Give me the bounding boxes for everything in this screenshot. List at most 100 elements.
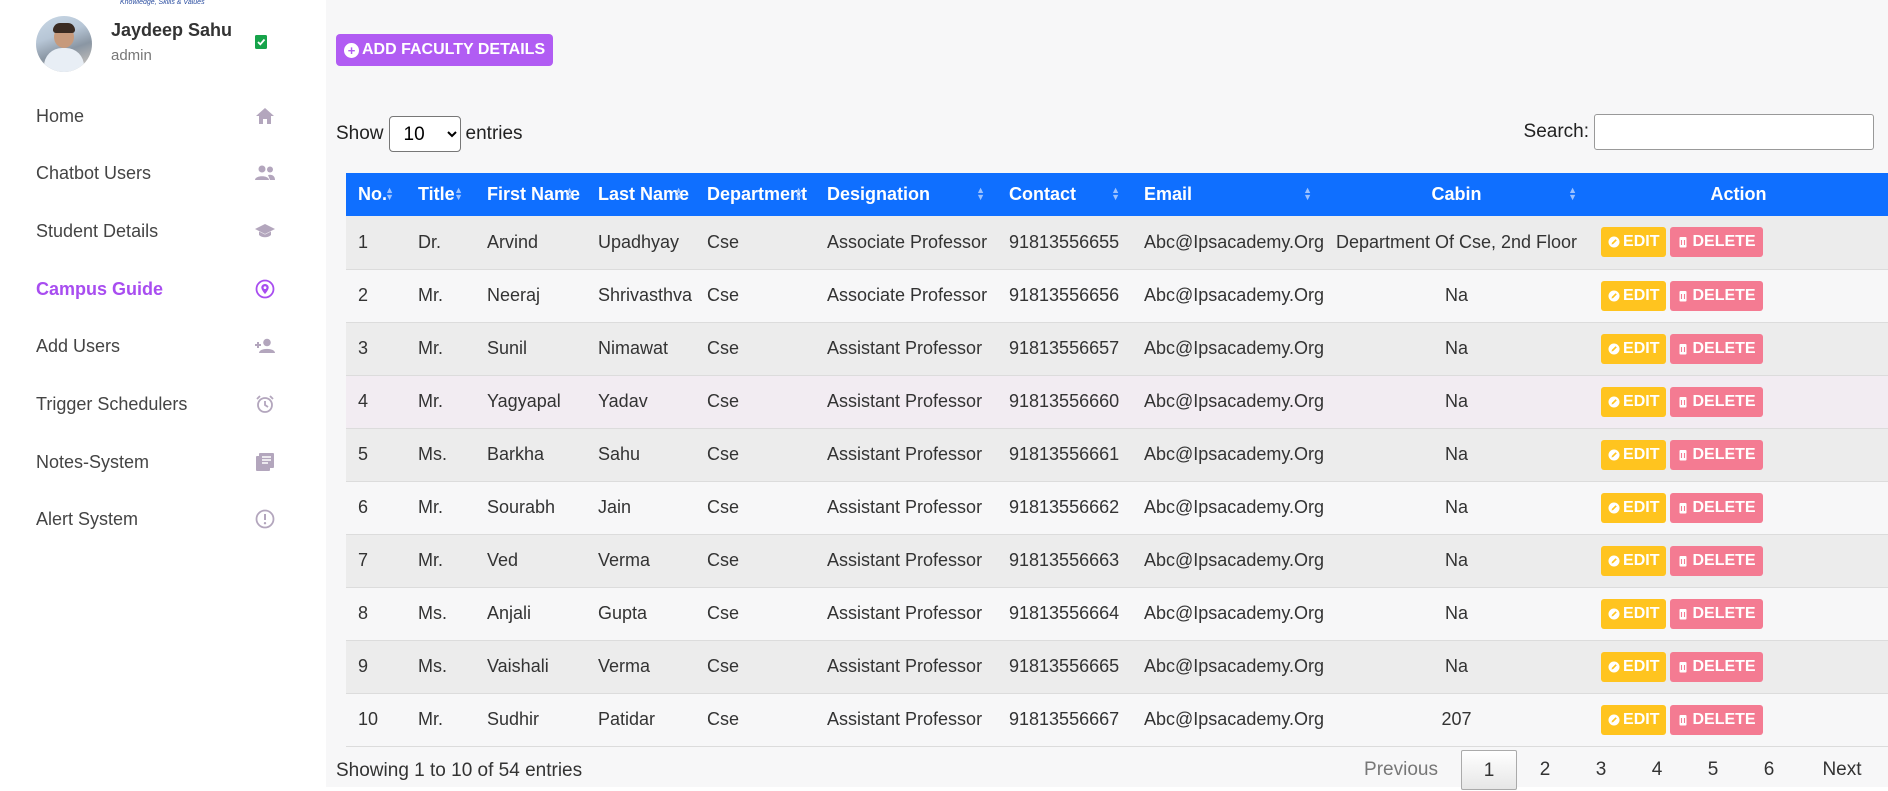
sidebar-item-label: Add Users xyxy=(36,335,121,356)
delete-button[interactable]: DELETE xyxy=(1670,704,1763,735)
delete-button[interactable]: DELETE xyxy=(1670,598,1763,629)
table-header-row: No. ▲ ▼ Title ▲ ▼ First Name ▲ ▼ Last Name ▲ ▼ D… xyxy=(346,173,1888,216)
page-button-2[interactable]: 2 xyxy=(1517,750,1573,790)
page-button-1[interactable]: 1 xyxy=(1461,750,1517,790)
cell-first-name: Vaishali xyxy=(487,656,549,676)
cell-no: 7 xyxy=(358,550,369,570)
edit-button[interactable]: EDIT xyxy=(1601,333,1667,364)
cell-email: Abc@Ipsacademy.Org xyxy=(1144,285,1325,305)
col-header-department[interactable]: Department ▲ ▼ xyxy=(695,173,815,216)
search-input[interactable] xyxy=(1594,114,1874,150)
cell-designation: Assistant Professor xyxy=(827,497,983,517)
delete-button[interactable]: DELETE xyxy=(1670,227,1763,258)
page-button-3[interactable]: 3 xyxy=(1573,750,1629,790)
cell-no: 6 xyxy=(358,497,369,517)
show-label: Show xyxy=(336,123,384,144)
cell-department: Cse xyxy=(707,391,740,411)
page-button-5[interactable]: 5 xyxy=(1685,750,1741,790)
delete-button[interactable]: DELETE xyxy=(1670,386,1763,417)
delete-label: DELETE xyxy=(1692,392,1756,410)
cell-email: Abc@Ipsacademy.Org xyxy=(1144,550,1325,570)
cell-contact: 91813556665 xyxy=(1009,656,1120,676)
sidebar-item-notes-system[interactable]: Notes-System xyxy=(36,444,276,480)
cell-email: Abc@Ipsacademy.Org xyxy=(1144,497,1325,517)
sidebar-item-label: Student Details xyxy=(36,220,159,241)
edit-icon xyxy=(1608,661,1620,672)
sidebar-item-campus-guide[interactable]: Campus Guide xyxy=(36,271,276,307)
cell-contact: 91813556660 xyxy=(1009,391,1120,411)
sidebar-item-home[interactable]: Home xyxy=(36,98,276,134)
col-header-email[interactable]: Email ▲ ▼ xyxy=(1132,173,1324,216)
entries-select[interactable]: 10 xyxy=(388,116,461,152)
previous-page-button[interactable]: Previous xyxy=(1341,750,1461,790)
cell-last-name: Yadav xyxy=(598,391,648,411)
col-header-contact[interactable]: Contact ▲ ▼ xyxy=(997,173,1132,216)
edit-button[interactable]: EDIT xyxy=(1601,280,1667,311)
edit-label: EDIT xyxy=(1623,445,1660,463)
col-header-last-name[interactable]: Last Name ▲ ▼ xyxy=(586,173,695,216)
delete-button[interactable]: DELETE xyxy=(1670,333,1763,364)
sidebar-item-alert-system[interactable]: Alert System xyxy=(36,501,276,537)
edit-button[interactable]: EDIT xyxy=(1601,227,1667,258)
delete-label: DELETE xyxy=(1692,498,1756,516)
cell-title: Mr. xyxy=(418,338,443,358)
col-header-title[interactable]: Title ▲ ▼ xyxy=(406,173,475,216)
user-role: admin xyxy=(111,47,152,64)
edit-button[interactable]: EDIT xyxy=(1601,704,1667,735)
delete-label: DELETE xyxy=(1692,286,1756,304)
add-faculty-button[interactable]: + ADD FACULTY DETAILS xyxy=(336,34,554,66)
sidebar-item-add-users[interactable]: Add Users xyxy=(36,328,276,364)
cell-no: 5 xyxy=(358,444,369,464)
cell-cabin: Na xyxy=(1445,497,1469,517)
cell-action: EDIT DELETE xyxy=(1589,216,1888,269)
cell-no: 1 xyxy=(358,231,369,252)
edit-button[interactable]: EDIT xyxy=(1601,545,1667,576)
delete-button[interactable]: DELETE xyxy=(1670,492,1763,523)
table-row: 5 Ms. Barkha Sahu Cse Assistant Professor 9181… xyxy=(346,428,1888,481)
cell-email: Abc@Ipsacademy.Org xyxy=(1144,231,1325,252)
sidebar-item-student-details[interactable]: Student Details xyxy=(36,213,276,249)
table-row: 6 Mr. Sourabh Jain Cse Assistant Professor 918… xyxy=(346,481,1888,534)
edit-button[interactable]: EDIT xyxy=(1601,439,1667,470)
edit-button[interactable]: EDIT xyxy=(1601,386,1667,417)
edit-icon xyxy=(1608,714,1620,725)
cell-cabin: Department Of Cse, 2nd Floor xyxy=(1335,231,1578,252)
table-row: 1 Dr. Arvind Upadhyay Cse Associate Professor… xyxy=(346,216,1888,269)
col-header-first-name[interactable]: First Name ▲ ▼ xyxy=(475,173,586,216)
table-row: 8 Ms. Anjali Gupta Cse Assistant Professor 918… xyxy=(346,587,1888,640)
delete-button[interactable]: DELETE xyxy=(1670,280,1763,311)
delete-label: DELETE xyxy=(1692,233,1756,251)
cell-cabin: Na xyxy=(1445,603,1469,623)
cell-designation: Assistant Professor xyxy=(827,709,983,729)
delete-button[interactable]: DELETE xyxy=(1670,545,1763,576)
edit-label: EDIT xyxy=(1623,498,1660,516)
cell-contact: 91813556664 xyxy=(1009,603,1120,623)
trash-icon xyxy=(1679,608,1687,619)
trash-icon xyxy=(1679,396,1687,407)
delete-button[interactable]: DELETE xyxy=(1670,651,1763,682)
cell-cabin: Na xyxy=(1445,391,1469,411)
table-row: 9 Ms. Vaishali Verma Cse Assistant Professor 9… xyxy=(346,640,1888,693)
delete-label: DELETE xyxy=(1692,339,1756,357)
cell-title: Mr. xyxy=(418,550,443,570)
edit-button[interactable]: EDIT xyxy=(1601,598,1667,629)
edit-button[interactable]: EDIT xyxy=(1601,651,1667,682)
col-header-cabin[interactable]: Cabin ▲ ▼ xyxy=(1324,173,1589,216)
cell-email: Abc@Ipsacademy.Org xyxy=(1144,709,1325,729)
cell-contact: 91813556663 xyxy=(1009,550,1120,570)
delete-button[interactable]: DELETE xyxy=(1670,439,1763,470)
sidebar-item-trigger-schedulers[interactable]: Trigger Schedulers xyxy=(36,386,276,422)
col-header-designation[interactable]: Designation ▲ ▼ xyxy=(815,173,997,216)
page-button-4[interactable]: 4 xyxy=(1629,750,1685,790)
cell-first-name: Anjali xyxy=(487,603,532,623)
next-page-button[interactable]: Next xyxy=(1797,750,1887,790)
cell-first-name: Arvind xyxy=(487,231,539,252)
sort-icon: ▲ ▼ xyxy=(674,185,683,202)
page-button-6[interactable]: 6 xyxy=(1741,750,1797,790)
sidebar-item-chatbot-users[interactable]: Chatbot Users xyxy=(36,155,276,191)
edit-button[interactable]: EDIT xyxy=(1601,492,1667,523)
cell-last-name: Nimawat xyxy=(598,338,669,358)
edit-icon xyxy=(1608,343,1620,354)
col-header-no[interactable]: No. ▲ ▼ xyxy=(346,173,406,216)
avatar xyxy=(36,16,92,72)
